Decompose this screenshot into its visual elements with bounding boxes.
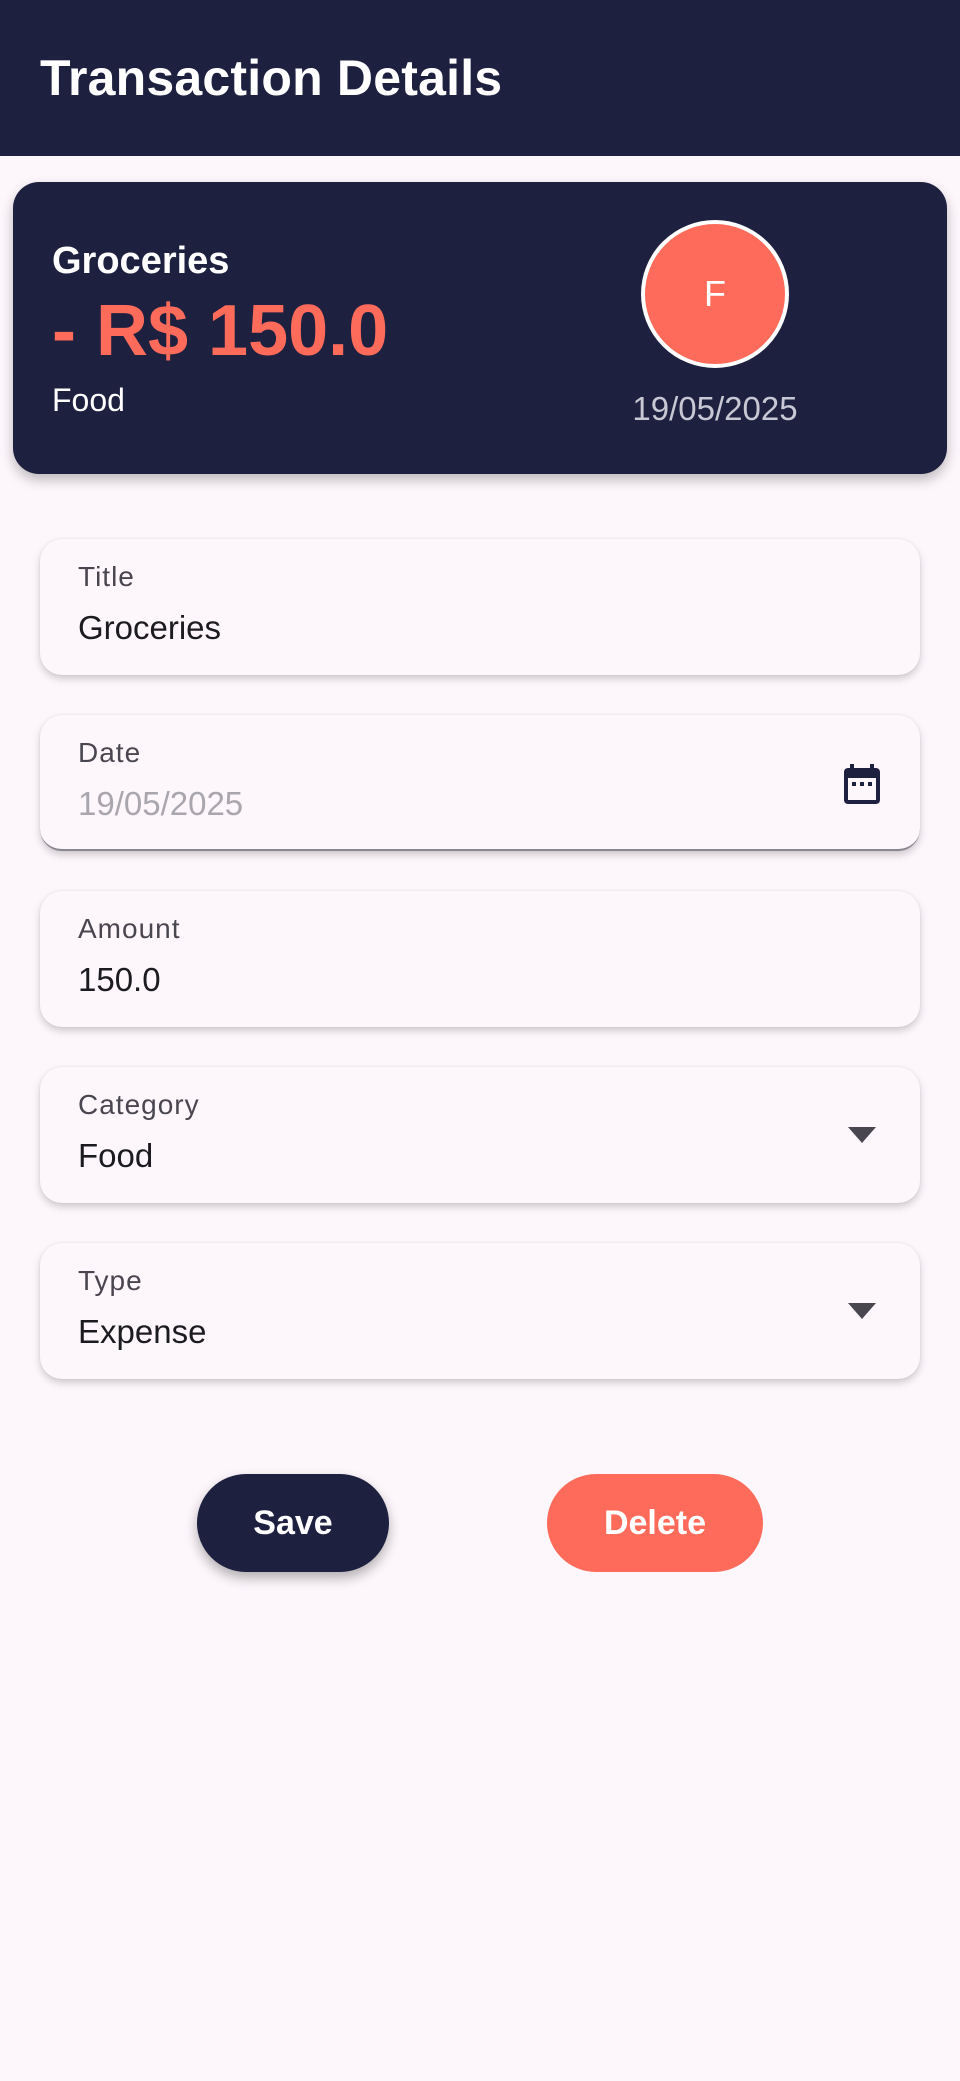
- summary-title: Groceries: [52, 240, 230, 282]
- type-select-label: Type: [78, 1265, 143, 1296]
- type-select[interactable]: Type Expense: [40, 1243, 920, 1379]
- category-select-value[interactable]: Food: [78, 1137, 153, 1175]
- summary-date: 19/05/2025: [632, 390, 798, 427]
- app-bar: Transaction Details: [0, 0, 960, 156]
- page-title: Transaction Details: [40, 50, 503, 106]
- category-select[interactable]: Category Food: [40, 1067, 920, 1203]
- title-field-value[interactable]: Groceries: [78, 609, 221, 647]
- avatar-letter: F: [704, 273, 726, 314]
- calendar-icon[interactable]: [838, 759, 886, 809]
- date-field[interactable]: Date 19/05/2025: [40, 715, 920, 851]
- summary-amount: - R$ 150.0: [52, 291, 389, 371]
- amount-field-value[interactable]: 150.0: [78, 961, 161, 999]
- transaction-summary-card: Groceries - R$ 150.0 Food F 19/05/2025: [13, 182, 947, 474]
- title-field[interactable]: Title Groceries: [40, 539, 920, 675]
- type-select-value[interactable]: Expense: [78, 1313, 206, 1351]
- save-button[interactable]: Save: [197, 1474, 389, 1572]
- category-select-label: Category: [78, 1089, 200, 1120]
- amount-field[interactable]: Amount 150.0: [40, 891, 920, 1027]
- delete-button[interactable]: Delete: [547, 1474, 763, 1572]
- title-field-label: Title: [78, 561, 135, 592]
- summary-category: Food: [52, 382, 125, 418]
- dropdown-arrow-icon[interactable]: [848, 1127, 876, 1143]
- date-field-label: Date: [78, 737, 142, 768]
- amount-field-label: Amount: [78, 913, 181, 944]
- dropdown-arrow-icon[interactable]: [848, 1303, 876, 1319]
- category-avatar: F: [641, 220, 789, 368]
- date-field-value[interactable]: 19/05/2025: [78, 785, 243, 823]
